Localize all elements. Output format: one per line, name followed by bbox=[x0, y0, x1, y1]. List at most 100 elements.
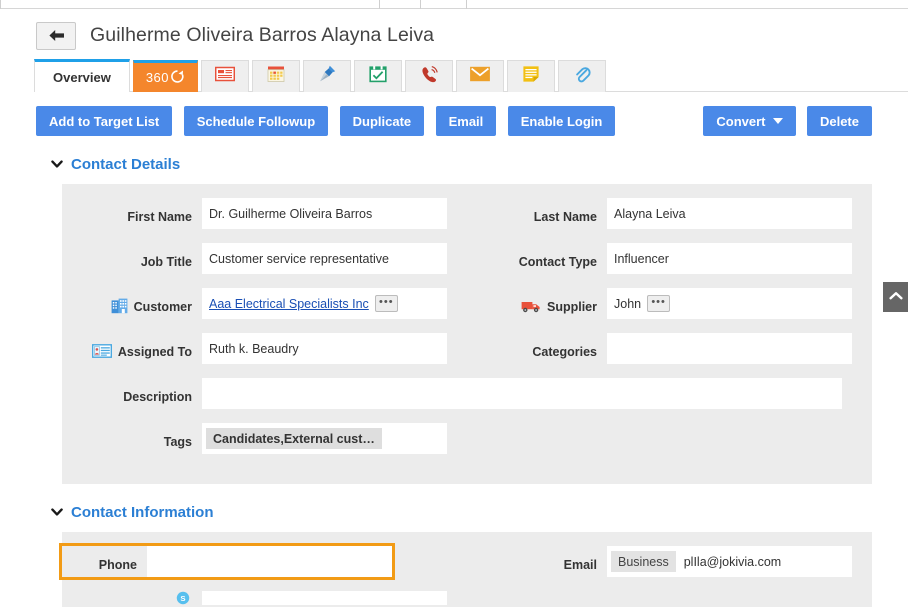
scroll-to-top-button[interactable] bbox=[883, 282, 908, 312]
supplier-value[interactable]: John ••• bbox=[607, 288, 852, 319]
back-arrow-icon[interactable] bbox=[36, 21, 76, 50]
tag-chip[interactable]: Candidates,External cust… bbox=[206, 428, 382, 449]
contact-type-value[interactable]: Influencer bbox=[607, 243, 852, 274]
field-row: Tags Candidates,External cust… bbox=[62, 423, 872, 468]
tab-notes[interactable] bbox=[507, 60, 556, 92]
tab-bar: Overview 360 bbox=[34, 58, 908, 93]
field-supplier: Supplier John ••• bbox=[467, 288, 872, 319]
tags-value[interactable]: Candidates,External cust… bbox=[202, 423, 447, 454]
tab-tasks[interactable] bbox=[354, 60, 403, 92]
last-name-label: Last Name bbox=[533, 210, 597, 224]
tags-label: Tags bbox=[163, 435, 192, 449]
panel-contact-details-header[interactable]: Contact Details bbox=[50, 154, 908, 174]
field-description: Description bbox=[62, 378, 872, 409]
field-contact-type: Contact Type Influencer bbox=[467, 243, 872, 274]
tab-emails[interactable] bbox=[456, 60, 505, 92]
customer-link[interactable]: Aaa Electrical Specialists Inc bbox=[209, 297, 369, 311]
add-to-target-list-button[interactable]: Add to Target List bbox=[36, 106, 173, 136]
envelope-icon bbox=[470, 66, 490, 87]
job-title-label: Job Title bbox=[140, 255, 192, 269]
panel-contact-details-title: Contact Details bbox=[71, 155, 181, 173]
action-button-bar-right: Convert Delete bbox=[703, 106, 872, 136]
categories-label: Categories bbox=[532, 345, 597, 359]
customer-value[interactable]: Aaa Electrical Specialists Inc ••• bbox=[202, 288, 447, 319]
email-value[interactable]: Business plIla@jokivia.com bbox=[607, 546, 852, 577]
truck-icon bbox=[521, 299, 541, 316]
tab-360-label: 360 bbox=[145, 70, 170, 85]
partial-field-value[interactable] bbox=[202, 591, 447, 605]
description-label: Description bbox=[123, 390, 192, 404]
tab-overview-label: Overview bbox=[53, 69, 111, 85]
supplier-label: Supplier bbox=[467, 288, 607, 319]
field-job-title: Job Title Customer service representativ… bbox=[62, 243, 467, 274]
field-assigned-to: Assigned To Ruth k. Beaudry bbox=[62, 333, 467, 364]
panel-contact-information: Contact Information Phone Email Business… bbox=[0, 502, 908, 607]
field-partial: S bbox=[62, 591, 467, 607]
tab-pin[interactable] bbox=[303, 60, 352, 92]
email-button[interactable]: Email bbox=[435, 106, 497, 136]
schedule-followup-button[interactable]: Schedule Followup bbox=[183, 106, 329, 136]
field-phone: Phone bbox=[59, 543, 395, 580]
chevron-down-icon bbox=[50, 157, 64, 171]
phone-label: Phone bbox=[98, 558, 137, 572]
toolbar-segment bbox=[420, 0, 467, 9]
supplier-value-text: John bbox=[614, 296, 642, 311]
tab-calls[interactable] bbox=[405, 60, 454, 92]
toolbar-segment bbox=[0, 0, 380, 9]
supplier-more-button[interactable]: ••• bbox=[647, 295, 671, 312]
field-row: Phone Email Business plIla@jokivia.com bbox=[59, 543, 872, 591]
top-toolbar-strip bbox=[0, 0, 908, 9]
tab-360[interactable]: 360 bbox=[132, 60, 199, 92]
email-type-chip[interactable]: Business bbox=[611, 551, 676, 572]
assigned-to-value[interactable]: Ruth k. Beaudry bbox=[202, 333, 447, 364]
field-row: Assigned To Ruth k. Beaudry Categories bbox=[62, 333, 872, 378]
field-customer: Customer Aaa Electrical Specialists Inc … bbox=[62, 288, 467, 319]
tab-overview[interactable]: Overview bbox=[34, 59, 130, 93]
email-label: Email bbox=[563, 558, 597, 572]
description-value[interactable] bbox=[202, 378, 842, 409]
panel-contact-information-header[interactable]: Contact Information bbox=[50, 502, 908, 522]
id-card-icon bbox=[91, 343, 112, 361]
contact-details-fields: First Name Dr. Guilherme Oliveira Barros… bbox=[62, 184, 872, 484]
email-address-text: plIla@jokivia.com bbox=[683, 554, 782, 569]
tab-news[interactable] bbox=[201, 60, 250, 92]
page-title: Guilherme Oliveira Barros Alayna Leiva bbox=[90, 24, 435, 46]
field-row: Customer Aaa Electrical Specialists Inc … bbox=[62, 288, 872, 333]
customer-label: Customer bbox=[62, 288, 202, 319]
refresh-circle-icon bbox=[170, 69, 185, 87]
categories-value[interactable] bbox=[607, 333, 852, 364]
pin-icon bbox=[317, 64, 337, 89]
convert-button-label: Convert bbox=[716, 113, 766, 129]
field-row: Description bbox=[62, 378, 872, 423]
phone-call-icon bbox=[420, 65, 439, 89]
phone-input[interactable] bbox=[147, 546, 392, 577]
tab-calendar[interactable] bbox=[252, 60, 301, 92]
contact-type-label: Contact Type bbox=[518, 255, 597, 269]
field-row: Job Title Customer service representativ… bbox=[62, 243, 872, 288]
first-name-label: First Name bbox=[127, 210, 192, 224]
contact-information-fields: Phone Email Business plIla@jokivia.com S bbox=[59, 532, 872, 607]
field-row: First Name Dr. Guilherme Oliveira Barros… bbox=[62, 198, 872, 243]
record-detail-page: Guilherme Oliveira Barros Alayna Leiva O… bbox=[0, 9, 908, 612]
field-email: Email Business plIla@jokivia.com bbox=[467, 546, 872, 577]
job-title-value[interactable]: Customer service representative bbox=[202, 243, 447, 274]
skype-icon-partial: S bbox=[62, 591, 202, 607]
svg-text:S: S bbox=[180, 594, 185, 603]
assigned-to-label-text: Assigned To bbox=[117, 345, 192, 359]
enable-login-button[interactable]: Enable Login bbox=[507, 106, 616, 136]
first-name-value[interactable]: Dr. Guilherme Oliveira Barros bbox=[202, 198, 447, 229]
field-row-partial: S bbox=[62, 591, 872, 607]
tab-attachments[interactable] bbox=[558, 60, 607, 92]
customer-more-button[interactable]: ••• bbox=[374, 295, 398, 312]
last-name-value[interactable]: Alayna Leiva bbox=[607, 198, 852, 229]
duplicate-button[interactable]: Duplicate bbox=[339, 106, 425, 136]
record-header: Guilherme Oliveira Barros Alayna Leiva bbox=[0, 9, 908, 53]
news-list-icon bbox=[214, 66, 236, 87]
building-icon bbox=[111, 298, 128, 317]
calendar-icon bbox=[267, 65, 285, 88]
delete-button[interactable]: Delete bbox=[806, 106, 872, 136]
notes-icon bbox=[522, 65, 540, 88]
convert-button[interactable]: Convert bbox=[703, 106, 796, 136]
paperclip-icon bbox=[573, 65, 591, 88]
customer-label-text: Customer bbox=[133, 300, 192, 314]
